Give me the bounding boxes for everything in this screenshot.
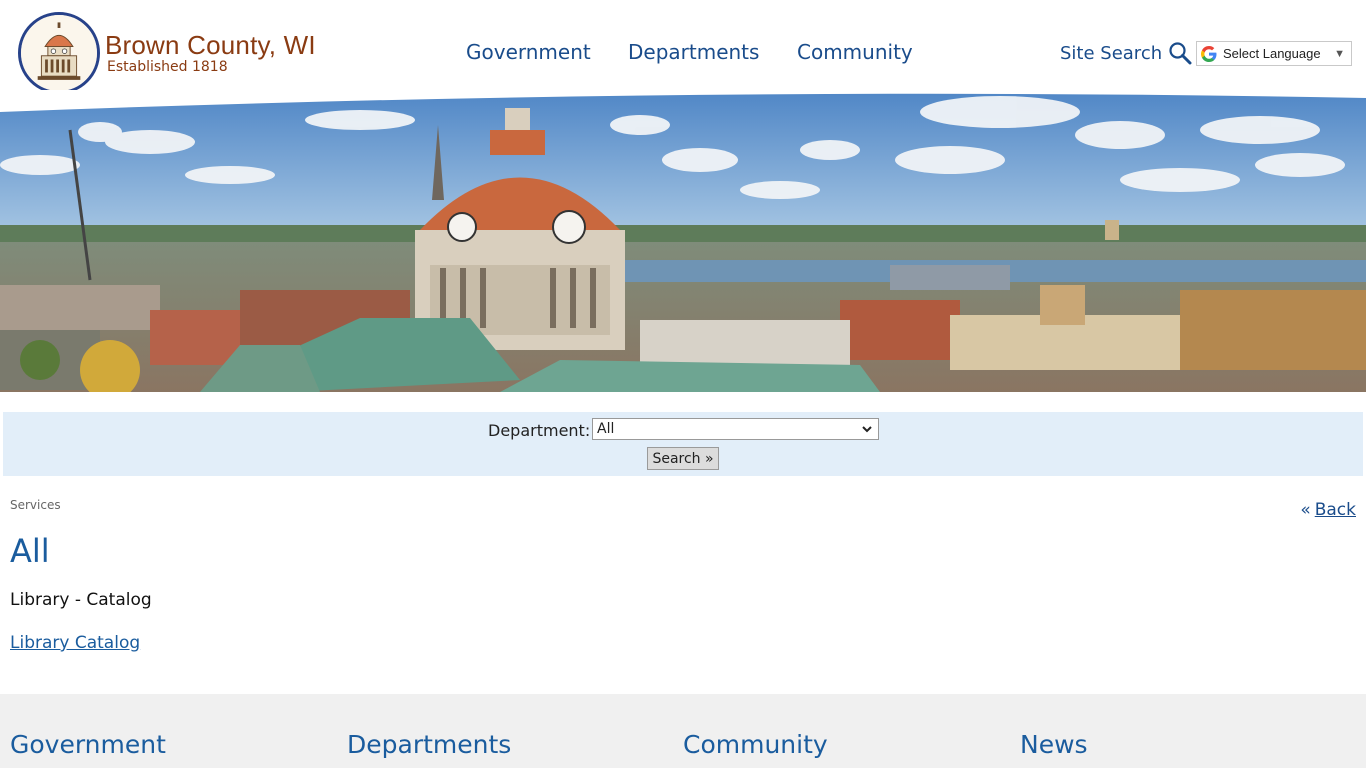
- department-select-value: All: [597, 421, 615, 437]
- nav-government[interactable]: Government: [466, 40, 591, 64]
- hero-banner-image: [0, 90, 1366, 392]
- back-link-container: «Back: [1300, 500, 1356, 520]
- dropdown-arrow-icon: ▼: [1334, 47, 1345, 60]
- language-select-label: Select Language: [1223, 46, 1321, 61]
- department-select[interactable]: All: [592, 418, 879, 440]
- back-arrow-icon: «: [1300, 500, 1311, 520]
- site-footer: Government Departments Community News: [0, 694, 1366, 768]
- site-search-label: Site Search: [1060, 42, 1163, 64]
- search-icon: [1169, 42, 1192, 65]
- department-filter-bar: Department: All Search »: [3, 412, 1363, 476]
- established-tagline: Established 1818: [107, 59, 228, 75]
- site-name[interactable]: Brown County, WI: [105, 30, 316, 61]
- nav-departments[interactable]: Departments: [628, 40, 759, 64]
- footer-heading-government[interactable]: Government: [10, 730, 166, 759]
- site-search-button[interactable]: Site Search: [1060, 41, 1192, 65]
- breadcrumb: Services: [10, 498, 61, 512]
- footer-heading-departments[interactable]: Departments: [347, 730, 511, 759]
- chevron-down-icon: [862, 426, 872, 433]
- courthouse-seal-icon: [21, 15, 97, 91]
- service-name: Library - Catalog: [10, 590, 152, 610]
- language-select[interactable]: Select Language ▼: [1196, 41, 1352, 66]
- nav-community[interactable]: Community: [797, 40, 913, 64]
- footer-heading-news[interactable]: News: [1020, 730, 1088, 759]
- library-catalog-link[interactable]: Library Catalog: [10, 633, 140, 653]
- search-button[interactable]: Search »: [647, 447, 719, 470]
- footer-heading-community[interactable]: Community: [683, 730, 828, 759]
- page-title: All: [10, 532, 50, 570]
- county-seal-logo[interactable]: [18, 12, 100, 94]
- google-icon: [1201, 45, 1217, 62]
- department-label: Department:: [488, 421, 591, 440]
- back-link[interactable]: Back: [1315, 500, 1356, 520]
